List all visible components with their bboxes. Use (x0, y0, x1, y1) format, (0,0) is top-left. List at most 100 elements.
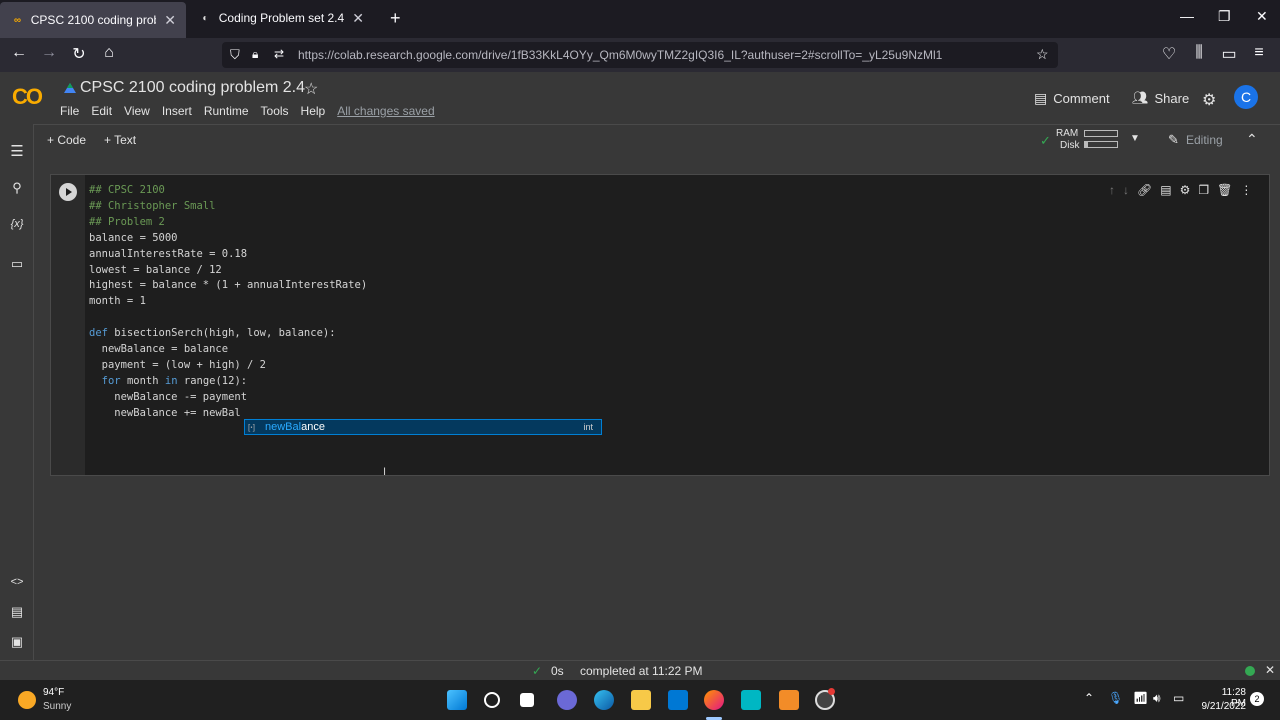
minimize-button[interactable]: — (1180, 8, 1194, 24)
code-line: ## Christopher Small (89, 199, 216, 212)
notebook-title[interactable]: CPSC 2100 coding problem 2.4 (80, 79, 305, 97)
move-up-icon[interactable]: ↑ (1109, 183, 1115, 197)
weather-temp[interactable]: 94°F (43, 687, 64, 698)
back-icon[interactable]: ← (8, 44, 30, 62)
url-text: https://colab.research.google.com/drive/… (298, 48, 943, 62)
chevron-up-icon[interactable]: ⌃ (1084, 691, 1094, 705)
shield-icon[interactable]: ⛉ (230, 47, 240, 63)
notification-badge[interactable]: 2 (1250, 692, 1264, 706)
run-cell-button[interactable] (59, 183, 77, 201)
status-bar: ✓ 0s completed at 11:22 PM ✕ (0, 660, 1280, 680)
code-editor[interactable]: ## CPSC 2100 ## Christopher Small ## Probl… (89, 183, 367, 422)
resource-monitor[interactable]: RAM Disk (1056, 128, 1079, 152)
tab-coding-problem[interactable]: ◐ Coding Problem set 2.4, credit c ✕ (188, 0, 374, 36)
colab-logo[interactable]: CO (12, 84, 43, 110)
star-icon[interactable]: ☆ (304, 79, 318, 99)
close-status-icon[interactable]: ✕ (1265, 663, 1275, 677)
search-icon[interactable]: ⚲ (8, 180, 26, 198)
permissions-icon[interactable]: ⇄ (274, 47, 284, 61)
edge-icon[interactable] (594, 690, 614, 710)
windows-start-icon[interactable] (447, 690, 467, 710)
chat-icon[interactable] (557, 690, 577, 710)
pencil-icon: ✎ (1168, 132, 1179, 147)
autocomplete-popup[interactable]: [ꞏ] newBalance int (244, 419, 602, 435)
battery-icon[interactable]: ▭ (1173, 691, 1184, 705)
address-bar[interactable]: ⛉ 🔒︎ ⇄ https://colab.research.google.com… (222, 42, 1058, 68)
menu-help[interactable]: Help (301, 104, 326, 118)
volume-icon[interactable]: 🔊︎ (1153, 691, 1161, 706)
folder-icon[interactable]: ▭ (8, 256, 26, 274)
menu-insert[interactable]: Insert (162, 104, 192, 118)
command-palette-icon[interactable]: ▤ (8, 604, 26, 622)
close-tab-icon[interactable]: ✕ (352, 10, 364, 27)
microphone-icon[interactable]: 🎙︎ (1108, 691, 1123, 705)
forward-icon[interactable]: → (38, 44, 60, 62)
new-tab-button[interactable]: + (380, 0, 406, 36)
maximize-button[interactable]: ❐ (1218, 8, 1231, 25)
task-view-icon[interactable] (520, 693, 534, 707)
share-button[interactable]: 👥︎ Share (1132, 90, 1189, 106)
code-line: ## Problem 2 (89, 215, 165, 228)
avatar[interactable]: C (1234, 85, 1258, 109)
sidebar-toggle-icon[interactable]: ▭ (1218, 44, 1240, 64)
editing-mode-label[interactable]: Editing (1186, 133, 1223, 147)
chevron-up-icon[interactable]: ⌃ (1246, 131, 1258, 148)
menu-file[interactable]: File (60, 104, 79, 118)
cell-toolbar: ↑ ↓ 🔗︎ ▤ ⚙ ❐ 🗑︎ ⋮ (1109, 183, 1252, 197)
code-line: newBalance = balance (89, 343, 229, 356)
pocket-icon[interactable]: ♡ (1158, 44, 1180, 64)
add-text-button[interactable]: + Text (104, 133, 136, 147)
menu-view[interactable]: View (124, 104, 150, 118)
close-tab-icon[interactable]: ✕ (164, 12, 176, 29)
library-icon[interactable]: ⫼ (1188, 44, 1210, 62)
code-snippets-icon[interactable]: <> (8, 576, 26, 594)
code-line: annualInterestRate = 0.18 (89, 247, 248, 260)
mail-icon[interactable] (668, 690, 688, 710)
link-icon[interactable]: 🔗︎ (1137, 183, 1152, 197)
sublime-text-icon[interactable] (779, 690, 799, 710)
terminal-icon[interactable]: ▣ (8, 634, 26, 652)
more-options-icon[interactable]: ⋮ (1240, 183, 1252, 197)
lock-icon[interactable]: 🔒︎ (252, 47, 258, 62)
chevron-down-icon[interactable]: ▼ (1130, 133, 1140, 144)
autocomplete-suggestion[interactable]: newBalance (265, 421, 325, 433)
execution-status[interactable]: completed at 11:22 PM (580, 664, 703, 678)
cell-settings-icon[interactable]: ⚙ (1180, 183, 1191, 197)
comment-button[interactable]: ▤ Comment (1034, 90, 1110, 107)
delete-icon[interactable]: 🗑︎ (1217, 183, 1232, 197)
code-line: def bisectionSerch(high, low, balance): (89, 327, 336, 340)
mirror-cell-icon[interactable]: ❐ (1198, 183, 1209, 197)
firefox-icon[interactable] (704, 690, 724, 710)
ram-meter (1084, 130, 1118, 137)
menu-tools[interactable]: Tools (261, 104, 289, 118)
move-down-icon[interactable]: ↓ (1123, 183, 1129, 197)
share-label: Share (1154, 90, 1190, 106)
app-menu-icon[interactable]: ≡ (1248, 44, 1270, 62)
calendar-icon[interactable] (741, 690, 761, 710)
search-icon[interactable] (484, 692, 500, 708)
code-line: balance = 5000 (89, 231, 178, 244)
variables-icon[interactable]: {x} (8, 218, 26, 236)
file-explorer-icon[interactable] (631, 690, 651, 710)
menu-runtime[interactable]: Runtime (204, 104, 249, 118)
settings-gear-icon[interactable]: ⚙ (1202, 90, 1216, 110)
wifi-icon[interactable]: 📶︎ (1133, 691, 1148, 705)
autocomplete-rest: ance (301, 421, 325, 433)
code-cell[interactable]: ## CPSC 2100 ## Christopher Small ## Probl… (50, 174, 1270, 476)
reload-icon[interactable]: ↻ (68, 44, 90, 64)
clock-date[interactable]: 9/21/2022 (1196, 701, 1247, 712)
add-code-button[interactable]: + Code (47, 133, 86, 147)
notebook-main: ## CPSC 2100 ## Christopher Small ## Probl… (34, 156, 1280, 660)
sun-icon[interactable] (18, 691, 36, 709)
save-status[interactable]: All changes saved (337, 104, 434, 118)
menu-edit[interactable]: Edit (91, 104, 112, 118)
close-window-button[interactable]: ✕ (1256, 8, 1268, 25)
tab-title: CPSC 2100 coding problem 2.4 (30, 13, 157, 27)
code-line: for month in range(12): (101, 374, 248, 387)
comment-icon[interactable]: ▤ (1160, 183, 1171, 197)
tab-colab-notebook[interactable]: ∞ CPSC 2100 coding problem 2.4 ✕ (0, 2, 186, 38)
home-icon[interactable]: ⌂ (98, 44, 120, 62)
table-of-contents-icon[interactable]: ☰ (8, 142, 26, 160)
people-icon: 👥︎ (1132, 90, 1149, 105)
bookmark-star-icon[interactable]: ☆ (1036, 46, 1049, 63)
